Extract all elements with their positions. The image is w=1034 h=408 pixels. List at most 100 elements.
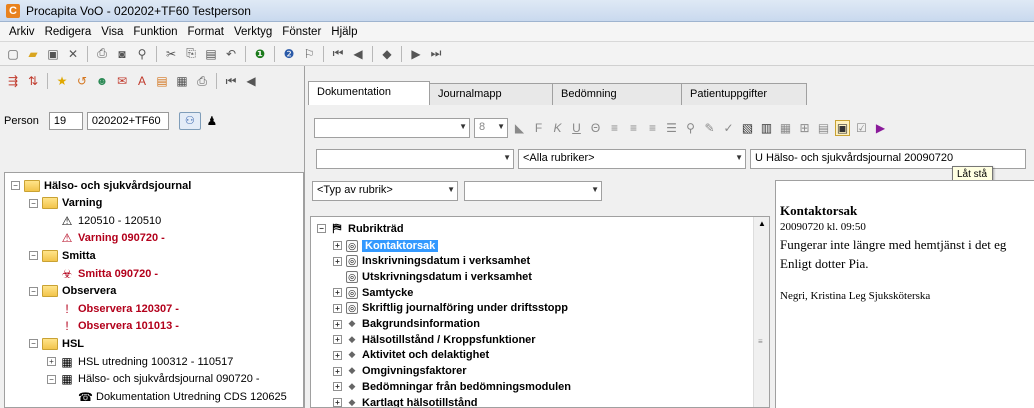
first-small-icon[interactable]: ⏮ (222, 72, 240, 90)
table-icon[interactable]: ▦ (778, 121, 793, 135)
journal-icon[interactable]: ▤ (153, 72, 171, 90)
tab-journalmapp[interactable]: Journalmapp (429, 83, 553, 105)
color-icon[interactable]: ◣ (512, 121, 527, 135)
tab-bedomning[interactable]: Bedömning (552, 83, 682, 105)
calendar-icon[interactable]: ▦ (173, 72, 191, 90)
scroll-up-icon[interactable]: ▲ (758, 219, 766, 228)
collapse-icon[interactable]: − (47, 374, 56, 384)
person-lookup-button[interactable]: ⚇ (178, 112, 201, 130)
find-text-icon[interactable]: ⚲ (683, 121, 698, 135)
tree-node[interactable]: − Smitta (29, 247, 96, 264)
add-icon[interactable]: ◆ (378, 45, 396, 63)
expand-icon[interactable]: + (47, 357, 56, 366)
context-help-icon[interactable]: ⚐ (300, 45, 318, 63)
help-icon[interactable]: ❷ (280, 45, 298, 63)
vertical-scrollbar[interactable]: ▲ ≡ (753, 217, 769, 407)
collapse-icon[interactable]: − (317, 224, 326, 233)
expand-icon[interactable]: + (333, 398, 342, 407)
underline-button[interactable]: U (569, 121, 584, 135)
collapse-icon[interactable]: − (11, 181, 20, 190)
tree-node[interactable]: + ▦ HSL utredning 100312 - 110517 (47, 353, 233, 370)
paste-icon[interactable]: ▤ (202, 45, 220, 63)
prev-icon[interactable]: ◀ (349, 45, 367, 63)
checkbox-icon[interactable]: ☑ (854, 121, 869, 135)
tree-node[interactable]: − Hälso- och sjukvårdsjournal (11, 177, 191, 194)
delete-icon[interactable]: ✕ (64, 45, 82, 63)
font-name-select[interactable]: ▼ (314, 118, 470, 138)
prev-small-icon[interactable]: ◀ (242, 72, 260, 90)
person-icon[interactable]: ☻ (93, 72, 111, 90)
menu-fonster[interactable]: Fönster (277, 26, 326, 38)
align-right-icon[interactable]: ≡ (645, 121, 660, 135)
find-icon[interactable]: ⚲ (133, 45, 151, 63)
cut-icon[interactable]: ✂ (162, 45, 180, 63)
bullets-icon[interactable]: ☰ (664, 121, 679, 135)
strike-icon[interactable]: Θ (588, 121, 603, 135)
scroll-grip-icon[interactable]: ≡ (758, 337, 763, 346)
expand-icon[interactable]: + (333, 335, 342, 345)
tree-node[interactable]: ! Observera 101013 - (47, 318, 179, 335)
tree-node[interactable]: ⚠ Varning 090720 - (47, 230, 165, 247)
next-icon[interactable]: ▶ (407, 45, 425, 63)
collapse-icon[interactable]: − (29, 251, 38, 261)
menu-redigera[interactable]: Redigera (40, 26, 97, 38)
info-icon[interactable]: ❶ (251, 45, 269, 63)
menu-funktion[interactable]: Funktion (128, 26, 182, 38)
tree-node[interactable]: ☣ Smitta 090720 - (47, 265, 159, 282)
pin-icon[interactable]: ⇶ (4, 72, 22, 90)
tab-patientuppgifter[interactable]: Patientuppgifter (681, 83, 807, 105)
expand-icon[interactable]: + (333, 382, 342, 392)
rubriker-select[interactable]: <Alla rubriker> ▼ (518, 149, 746, 169)
copy-icon[interactable]: ⎘ (182, 45, 200, 63)
expand-icon[interactable]: + (333, 288, 342, 298)
expand-icon[interactable]: + (333, 241, 342, 250)
menu-arkiv[interactable]: Arkiv (4, 26, 40, 38)
image-icon[interactable]: ▧ (740, 121, 755, 135)
save-icon[interactable]: ▣ (44, 45, 62, 63)
mail-icon[interactable]: ✉ (113, 72, 131, 90)
person-id-field[interactable]: 020202+TF60 (86, 112, 169, 130)
merge-icon[interactable]: ⊞ (797, 121, 812, 135)
collapse-icon[interactable]: − (29, 339, 38, 349)
abc-check-icon[interactable]: ✓ (721, 121, 736, 135)
menu-format[interactable]: Format (183, 26, 229, 38)
menu-visa[interactable]: Visa (96, 26, 128, 38)
menu-verktyg[interactable]: Verktyg (229, 26, 277, 38)
align-center-icon[interactable]: ≡ (626, 121, 641, 135)
expand-icon[interactable]: + (333, 350, 342, 360)
star-icon[interactable]: ★ (53, 72, 71, 90)
first-icon[interactable]: ⏮ (329, 45, 347, 63)
rubrik-item[interactable]: + ◆ Bakgrundsinformation (333, 317, 480, 332)
return-icon[interactable]: ↺ (73, 72, 91, 90)
template-icon[interactable]: ▤ (816, 121, 831, 135)
play-icon[interactable]: ▶ (873, 121, 888, 135)
tab-dokumentation[interactable]: Dokumentation (308, 81, 430, 105)
tree-node[interactable]: − Varning (29, 195, 102, 212)
bold-button[interactable]: F (531, 121, 546, 135)
tree-node[interactable]: − ▦ Hälso- och sjukvårdsjournal 090720 - (47, 371, 260, 388)
open-icon[interactable]: ▰ (24, 45, 42, 63)
typ-av-rubrik-select[interactable]: <Typ av rubrik> ▼ (312, 181, 458, 201)
expand-icon[interactable]: + (333, 366, 342, 376)
arrows-icon[interactable]: ⇅ (24, 72, 42, 90)
expand-icon[interactable]: + (333, 303, 342, 313)
rubrik-item[interactable]: + ◎ Kontaktorsak (333, 238, 439, 253)
tree-node[interactable]: − HSL (29, 335, 84, 352)
let-stand-button[interactable]: ▣ (835, 120, 850, 136)
person-number-field[interactable]: 19 (48, 112, 83, 130)
rubrik-item[interactable]: + ◆ Hälsotillstånd / Kroppsfunktioner (333, 332, 536, 347)
font-size-select[interactable]: 8 ▼ (474, 118, 508, 138)
rubrik-item[interactable]: + ◆ Omgivningsfaktorer (333, 364, 467, 379)
print-small-icon[interactable]: ⎙ (193, 72, 211, 90)
italic-button[interactable]: K (550, 121, 565, 135)
rubrik-item[interactable]: +◎Utskrivningsdatum i verksamhet (333, 269, 532, 284)
align-left-icon[interactable]: ≡ (607, 121, 622, 135)
rubrik-root[interactable]: − ⛿ Rubrikträd (317, 221, 404, 236)
rubrik-item[interactable]: + ◆ Bedömningar från bedömningsmodulen (333, 379, 571, 394)
properties-icon[interactable]: ▥ (759, 121, 774, 135)
expand-icon[interactable]: + (333, 319, 342, 329)
last-icon[interactable]: ⏭ (427, 45, 445, 63)
tree-node[interactable]: ☎ Dokumentation Utredning CDS 120625 (65, 388, 287, 405)
category-select[interactable]: ▼ (316, 149, 514, 169)
collapse-icon[interactable]: − (29, 198, 38, 208)
